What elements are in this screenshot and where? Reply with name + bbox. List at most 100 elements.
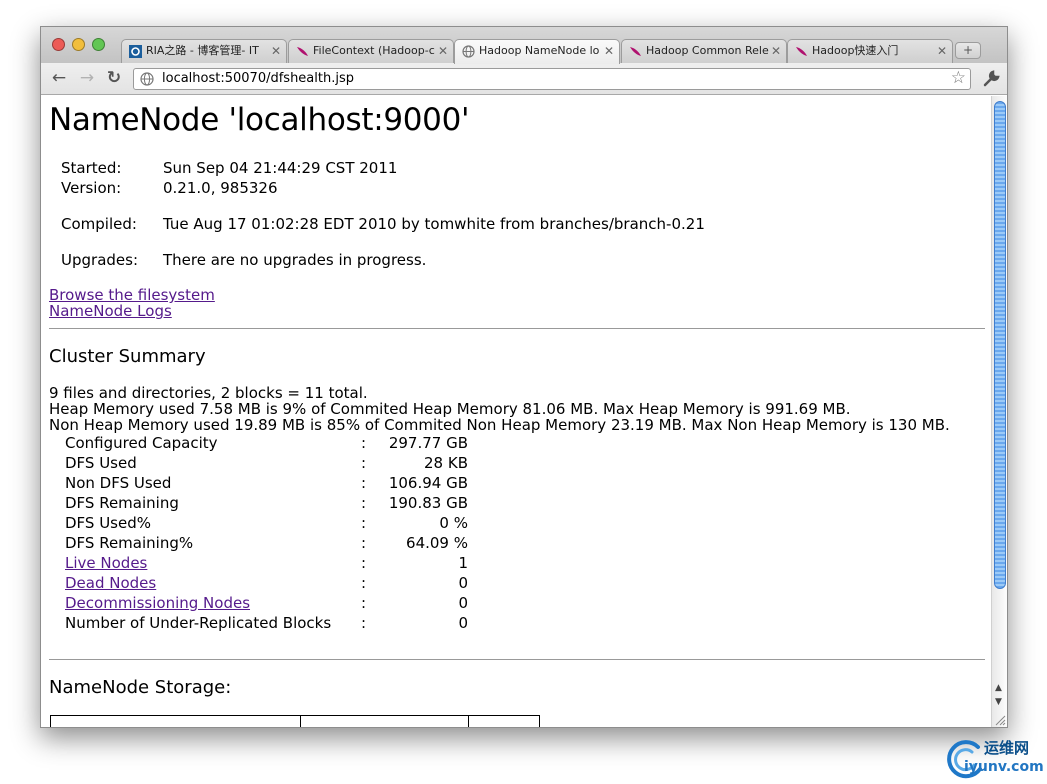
reload-icon[interactable]: ↻ [104,68,124,88]
summary-line: 9 files and directories, 2 blocks = 11 t… [49,384,368,402]
namenode-storage-table [50,715,540,727]
stat-value: 0 [458,614,468,632]
scroll-up-arrow-icon[interactable]: ▲ [995,683,1002,693]
table-cell [300,715,469,727]
stat-value: 106.94 GB [388,474,468,492]
namenode-logs-link[interactable]: NameNode Logs [49,302,172,320]
stat-label: Non DFS Used [65,474,172,492]
stat-value: 0 [458,594,468,612]
table-row [50,715,540,727]
tab-ria[interactable]: RIA之路 - 博客管理- IT ✕ [121,39,287,63]
browser-window: RIA之路 - 博客管理- IT ✕ FileContext (Hadoop-c… [40,26,1008,728]
info-value: Sun Sep 04 21:44:29 CST 2011 [163,159,398,177]
summary-line: Heap Memory used 7.58 MB is 9% of Commit… [49,400,851,418]
watermark-domain: iyunv.com [964,759,1044,775]
info-label: Compiled: [61,215,137,233]
divider [49,659,985,660]
stat-value: 64.09 % [406,534,468,552]
nav-links: Browse the filesystem NameNode Logs [49,287,215,319]
stat-separator: : [361,574,367,592]
info-value: 0.21.0, 985326 [163,179,278,197]
stat-row: Live Nodes : 1 [65,554,468,574]
stat-row: DFS Remaining% : 64.09 % [65,534,468,554]
tab-close-icon[interactable]: ✕ [271,40,281,62]
stat-label: DFS Remaining [65,494,179,512]
stat-label: Number of Under-Replicated Blocks [65,614,332,632]
stat-separator: : [361,514,367,532]
info-label: Started: [61,159,122,177]
watermark-title: 运维网 [984,739,1030,757]
tab-hadoop-common[interactable]: Hadoop Common Rele ✕ [621,39,787,63]
page-viewport: NameNode 'localhost:9000' Started: Sun S… [41,96,1007,727]
feather-favicon-icon [630,47,641,56]
stat-label: DFS Used [65,454,137,472]
stat-value: 0 [458,574,468,592]
stat-separator: : [361,494,367,512]
tab-filecontext[interactable]: FileContext (Hadoop-c ✕ [288,39,454,63]
minimize-window-button[interactable] [72,38,85,51]
forward-arrow-icon[interactable]: → [77,68,97,88]
tab-label: Hadoop NameNode lo [479,44,600,57]
scrollbar-thumb[interactable] [994,101,1006,589]
stat-separator: : [361,454,367,472]
decommissioning-nodes-link[interactable]: Decommissioning Nodes [65,594,250,612]
stat-label: DFS Used% [65,514,152,532]
back-arrow-icon[interactable]: ← [49,68,69,88]
stat-value: 1 [458,554,468,572]
stat-label: DFS Remaining% [65,534,194,552]
address-bar[interactable]: localhost:50070/dfshealth.jsp ☆ [133,68,971,90]
stat-row: Number of Under-Replicated Blocks : 0 [65,614,468,634]
zoom-window-button[interactable] [92,38,105,51]
feather-favicon-icon [796,47,807,56]
wrench-icon[interactable] [981,69,1001,89]
cluster-summary-heading: Cluster Summary [49,346,206,367]
scroll-down-arrow-icon[interactable]: ▼ [995,697,1002,707]
table-cell [50,715,301,727]
cluster-summary-text: 9 files and directories, 2 blocks = 11 t… [49,385,950,433]
info-label: Upgrades: [61,251,138,269]
stat-row: Dead Nodes : 0 [65,574,468,594]
tab-label: FileContext (Hadoop-c [313,44,435,57]
live-nodes-link[interactable]: Live Nodes [65,554,147,572]
site-watermark: 运维网 iyunv.com [942,735,1047,780]
stat-label: Configured Capacity [65,434,218,452]
address-text: localhost:50070/dfshealth.jsp [162,71,354,86]
info-value: There are no upgrades in progress. [163,251,427,269]
stat-row: DFS Remaining : 190.83 GB [65,494,468,514]
tab-close-icon[interactable]: ✕ [604,40,614,62]
divider [49,328,985,329]
tab-label: Hadoop Common Rele [646,44,769,57]
tab-strip: RIA之路 - 博客管理- IT ✕ FileContext (Hadoop-c… [41,27,1007,64]
bookmark-star-icon[interactable]: ☆ [951,68,966,88]
tab-hadoop-quickstart[interactable]: Hadoop快速入门 ✕ [787,39,953,63]
vertical-scrollbar[interactable]: ▲ ▼ [991,96,1007,727]
stat-separator: : [361,474,367,492]
cluster-stats-table: Configured Capacity : 297.77 GB DFS Used… [65,434,468,634]
close-window-button[interactable] [52,38,65,51]
tab-close-icon[interactable]: ✕ [937,40,947,62]
stat-value: 297.77 GB [388,434,468,452]
tab-close-icon[interactable]: ✕ [438,40,448,62]
stat-separator: : [361,434,367,452]
page-title: NameNode 'localhost:9000' [49,102,470,138]
stat-separator: : [361,614,367,632]
feather-favicon-icon [297,47,308,56]
stat-row: DFS Used% : 0 % [65,514,468,534]
tab-close-icon[interactable]: ✕ [771,40,781,62]
stat-row: Decommissioning Nodes : 0 [65,594,468,614]
stat-separator: : [361,594,367,612]
tab-namenode[interactable]: Hadoop NameNode lo ✕ [454,39,620,64]
toolbar: ← → ↻ localhost:50070/dfshealth.jsp ☆ [41,63,1007,95]
globe-icon [140,72,154,86]
dead-nodes-link[interactable]: Dead Nodes [65,574,156,592]
stat-row: Non DFS Used : 106.94 GB [65,474,468,494]
stat-row: Configured Capacity : 297.77 GB [65,434,468,454]
stat-row: DFS Used : 28 KB [65,454,468,474]
info-value: Tue Aug 17 01:02:28 EDT 2010 by tomwhite… [163,215,705,233]
stat-value: 28 KB [424,454,468,472]
new-tab-button[interactable]: + [955,42,981,59]
stat-value: 190.83 GB [388,494,468,512]
resize-grip-icon[interactable] [994,714,1006,726]
page-content: NameNode 'localhost:9000' Started: Sun S… [49,96,993,727]
namenode-storage-heading: NameNode Storage: [49,677,232,698]
